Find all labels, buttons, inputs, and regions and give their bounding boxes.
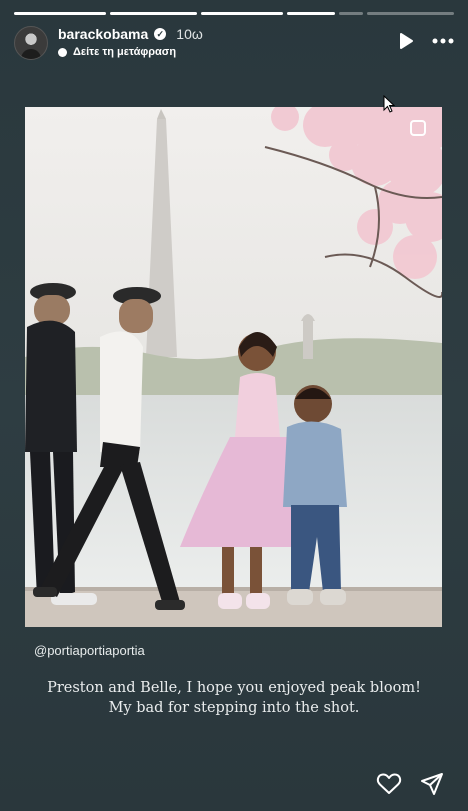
translate-link[interactable]: Δείτε τη μετάφραση <box>58 46 203 58</box>
progress-segment <box>338 12 364 15</box>
story-header: barackobama ✓ 10ω Δείτε τη μετάφραση <box>14 26 454 66</box>
avatar[interactable] <box>14 26 48 60</box>
story-actions <box>376 772 444 801</box>
story-meta: barackobama ✓ 10ω Δείτε τη μετάφραση <box>58 26 203 58</box>
send-icon[interactable] <box>420 772 444 801</box>
progress-segment <box>14 12 106 15</box>
caption-line-1: Preston and Belle, I hope you enjoyed pe… <box>47 680 421 696</box>
story-viewer[interactable]: barackobama ✓ 10ω Δείτε τη μετάφραση @po… <box>0 0 468 811</box>
progress-segment <box>200 12 283 15</box>
progress-segment <box>286 12 335 15</box>
progress-segment <box>109 12 197 15</box>
story-progress-bar <box>14 12 454 15</box>
heart-icon[interactable] <box>376 772 402 801</box>
translate-icon <box>58 47 67 57</box>
progress-segment <box>367 12 454 15</box>
story-caption: Preston and Belle, I hope you enjoyed pe… <box>30 678 438 718</box>
play-icon[interactable] <box>398 32 414 50</box>
caption-line-2: My bad for stepping into the shot. <box>108 700 360 716</box>
more-icon[interactable] <box>432 38 454 44</box>
translate-label: Δείτε τη μετάφραση <box>73 46 177 58</box>
timestamp: 10ω <box>176 26 203 42</box>
mouse-cursor-icon <box>383 94 396 118</box>
mention-tag[interactable]: @portiaportiaportia <box>34 643 145 658</box>
username[interactable]: barackobama <box>58 26 148 42</box>
verified-badge-icon: ✓ <box>154 28 167 40</box>
story-photo <box>25 107 442 627</box>
